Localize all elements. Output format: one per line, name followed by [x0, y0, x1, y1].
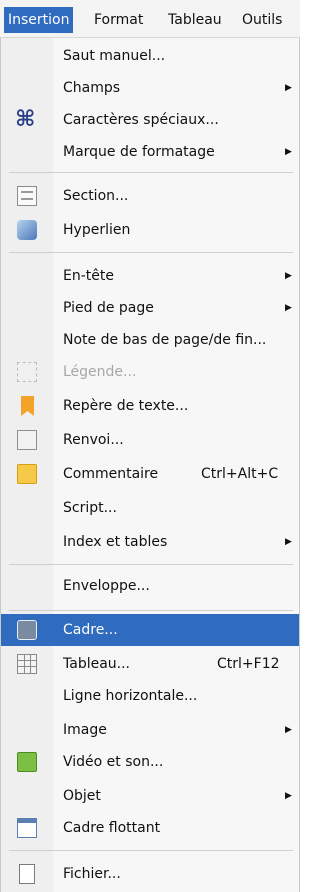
menu-item-label: Pied de page: [63, 300, 154, 316]
table-icon: [17, 654, 37, 674]
submenu-arrow-icon: ▶: [285, 537, 292, 547]
menu-item-section[interactable]: Section...: [1, 180, 299, 212]
menu-item-objet[interactable]: Objet ▶: [1, 780, 299, 812]
menu-separator: [9, 564, 293, 565]
menu-item-label: Champs: [63, 80, 121, 96]
hyperlink-icon: [17, 220, 37, 240]
menu-item-enveloppe[interactable]: Enveloppe...: [1, 570, 299, 602]
menu-item-ligne-horizontale[interactable]: Ligne horizontale...: [1, 680, 299, 712]
submenu-arrow-icon: ▶: [285, 303, 292, 313]
menu-item-renvoi[interactable]: Renvoi...: [1, 424, 299, 456]
menu-item-label: Ligne horizontale...: [63, 688, 198, 704]
menu-item-label: Cadre...: [63, 622, 118, 638]
submenu-arrow-icon: ▶: [285, 725, 292, 735]
caption-icon: [17, 362, 37, 382]
menu-item-label: En-tête: [63, 268, 114, 284]
menu-item-label: Objet: [63, 788, 101, 804]
menu-item-label: Hyperlien: [63, 222, 131, 238]
bookmark-icon: [21, 396, 34, 416]
menu-item-note-de-bas-de-page[interactable]: Note de bas de page/de fin...: [1, 324, 299, 356]
frame-icon: [17, 620, 37, 640]
menu-item-label: Fichier...: [63, 866, 121, 882]
comment-icon: [17, 464, 37, 484]
file-icon: [19, 864, 35, 884]
menu-separator: [9, 172, 293, 173]
menu-item-label: Commentaire: [63, 466, 159, 482]
menu-item-pied-de-page[interactable]: Pied de page ▶: [1, 292, 299, 324]
menu-item-label: Cadre flottant: [63, 820, 161, 836]
menu-separator: [9, 850, 293, 851]
submenu-arrow-icon: ▶: [285, 791, 292, 801]
menu-item-hyperlien[interactable]: Hyperlien: [1, 214, 299, 246]
menu-item-repere-de-texte[interactable]: Repère de texte...: [1, 390, 299, 422]
menu-item-label: Renvoi...: [63, 432, 124, 448]
video-icon: [17, 752, 37, 772]
floating-frame-icon: [17, 818, 37, 838]
menu-item-image[interactable]: Image ▶: [1, 714, 299, 746]
menu-item-label: Index et tables: [63, 534, 168, 550]
menu-item-index-et-tables[interactable]: Index et tables ▶: [1, 526, 299, 558]
menu-item-legende: Légende...: [1, 356, 299, 388]
menu-item-video-et-son[interactable]: Vidéo et son...: [1, 746, 299, 778]
menu-outils[interactable]: Outils: [238, 7, 286, 33]
menu-item-marque-de-formatage[interactable]: Marque de formatage ▶: [1, 136, 299, 168]
menu-item-label: Note de bas de page/de fin...: [63, 332, 267, 348]
menu-item-script[interactable]: Script...: [1, 492, 299, 524]
cross-reference-icon: [17, 430, 37, 450]
menu-item-label: Vidéo et son...: [63, 754, 164, 770]
menu-item-commentaire[interactable]: Commentaire Ctrl+Alt+C: [1, 458, 299, 490]
menu-item-label: Repère de texte...: [63, 398, 189, 414]
menu-separator: [9, 610, 293, 611]
submenu-arrow-icon: ▶: [285, 83, 292, 93]
menu-item-label: Caractères spéciaux...: [63, 112, 219, 128]
menu-item-label: Script...: [63, 500, 117, 516]
menu-tableau[interactable]: Tableau: [164, 7, 226, 33]
shortcut-label: Ctrl+Alt+C: [201, 466, 279, 482]
section-icon: [17, 186, 37, 206]
menu-item-fichier[interactable]: Fichier...: [1, 858, 299, 890]
menu-item-label: Légende...: [63, 364, 137, 380]
menu-item-label: Tableau...: [63, 656, 131, 672]
submenu-arrow-icon: ▶: [285, 271, 292, 281]
menu-item-label: Marque de formatage: [63, 144, 215, 160]
menu-item-cadre-flottant[interactable]: Cadre flottant: [1, 812, 299, 844]
menu-format[interactable]: Format: [90, 7, 147, 33]
menu-item-cadre[interactable]: Cadre...: [1, 614, 299, 646]
menu-bar: Insertion Format Tableau Outils: [0, 0, 300, 38]
menu-item-champs[interactable]: Champs ▶: [1, 72, 299, 104]
menu-item-label: Image: [63, 722, 107, 738]
command-icon: ⌘: [15, 107, 36, 132]
menu-item-en-tete[interactable]: En-tête ▶: [1, 260, 299, 292]
menu-item-label: Section...: [63, 188, 129, 204]
submenu-arrow-icon: ▶: [285, 147, 292, 157]
menu-item-tableau[interactable]: Tableau... Ctrl+F12: [1, 648, 299, 680]
insertion-dropdown-menu: Saut manuel... Champs ▶ ⌘ Caractères spé…: [0, 38, 300, 892]
menu-insertion[interactable]: Insertion: [4, 7, 74, 33]
menu-item-saut-manuel[interactable]: Saut manuel...: [1, 40, 299, 72]
menu-item-label: Saut manuel...: [63, 48, 166, 64]
menu-item-label: Enveloppe...: [63, 578, 150, 594]
menu-separator: [9, 252, 293, 253]
menu-item-caracteres-speciaux[interactable]: ⌘ Caractères spéciaux...: [1, 104, 299, 136]
shortcut-label: Ctrl+F12: [217, 656, 280, 672]
